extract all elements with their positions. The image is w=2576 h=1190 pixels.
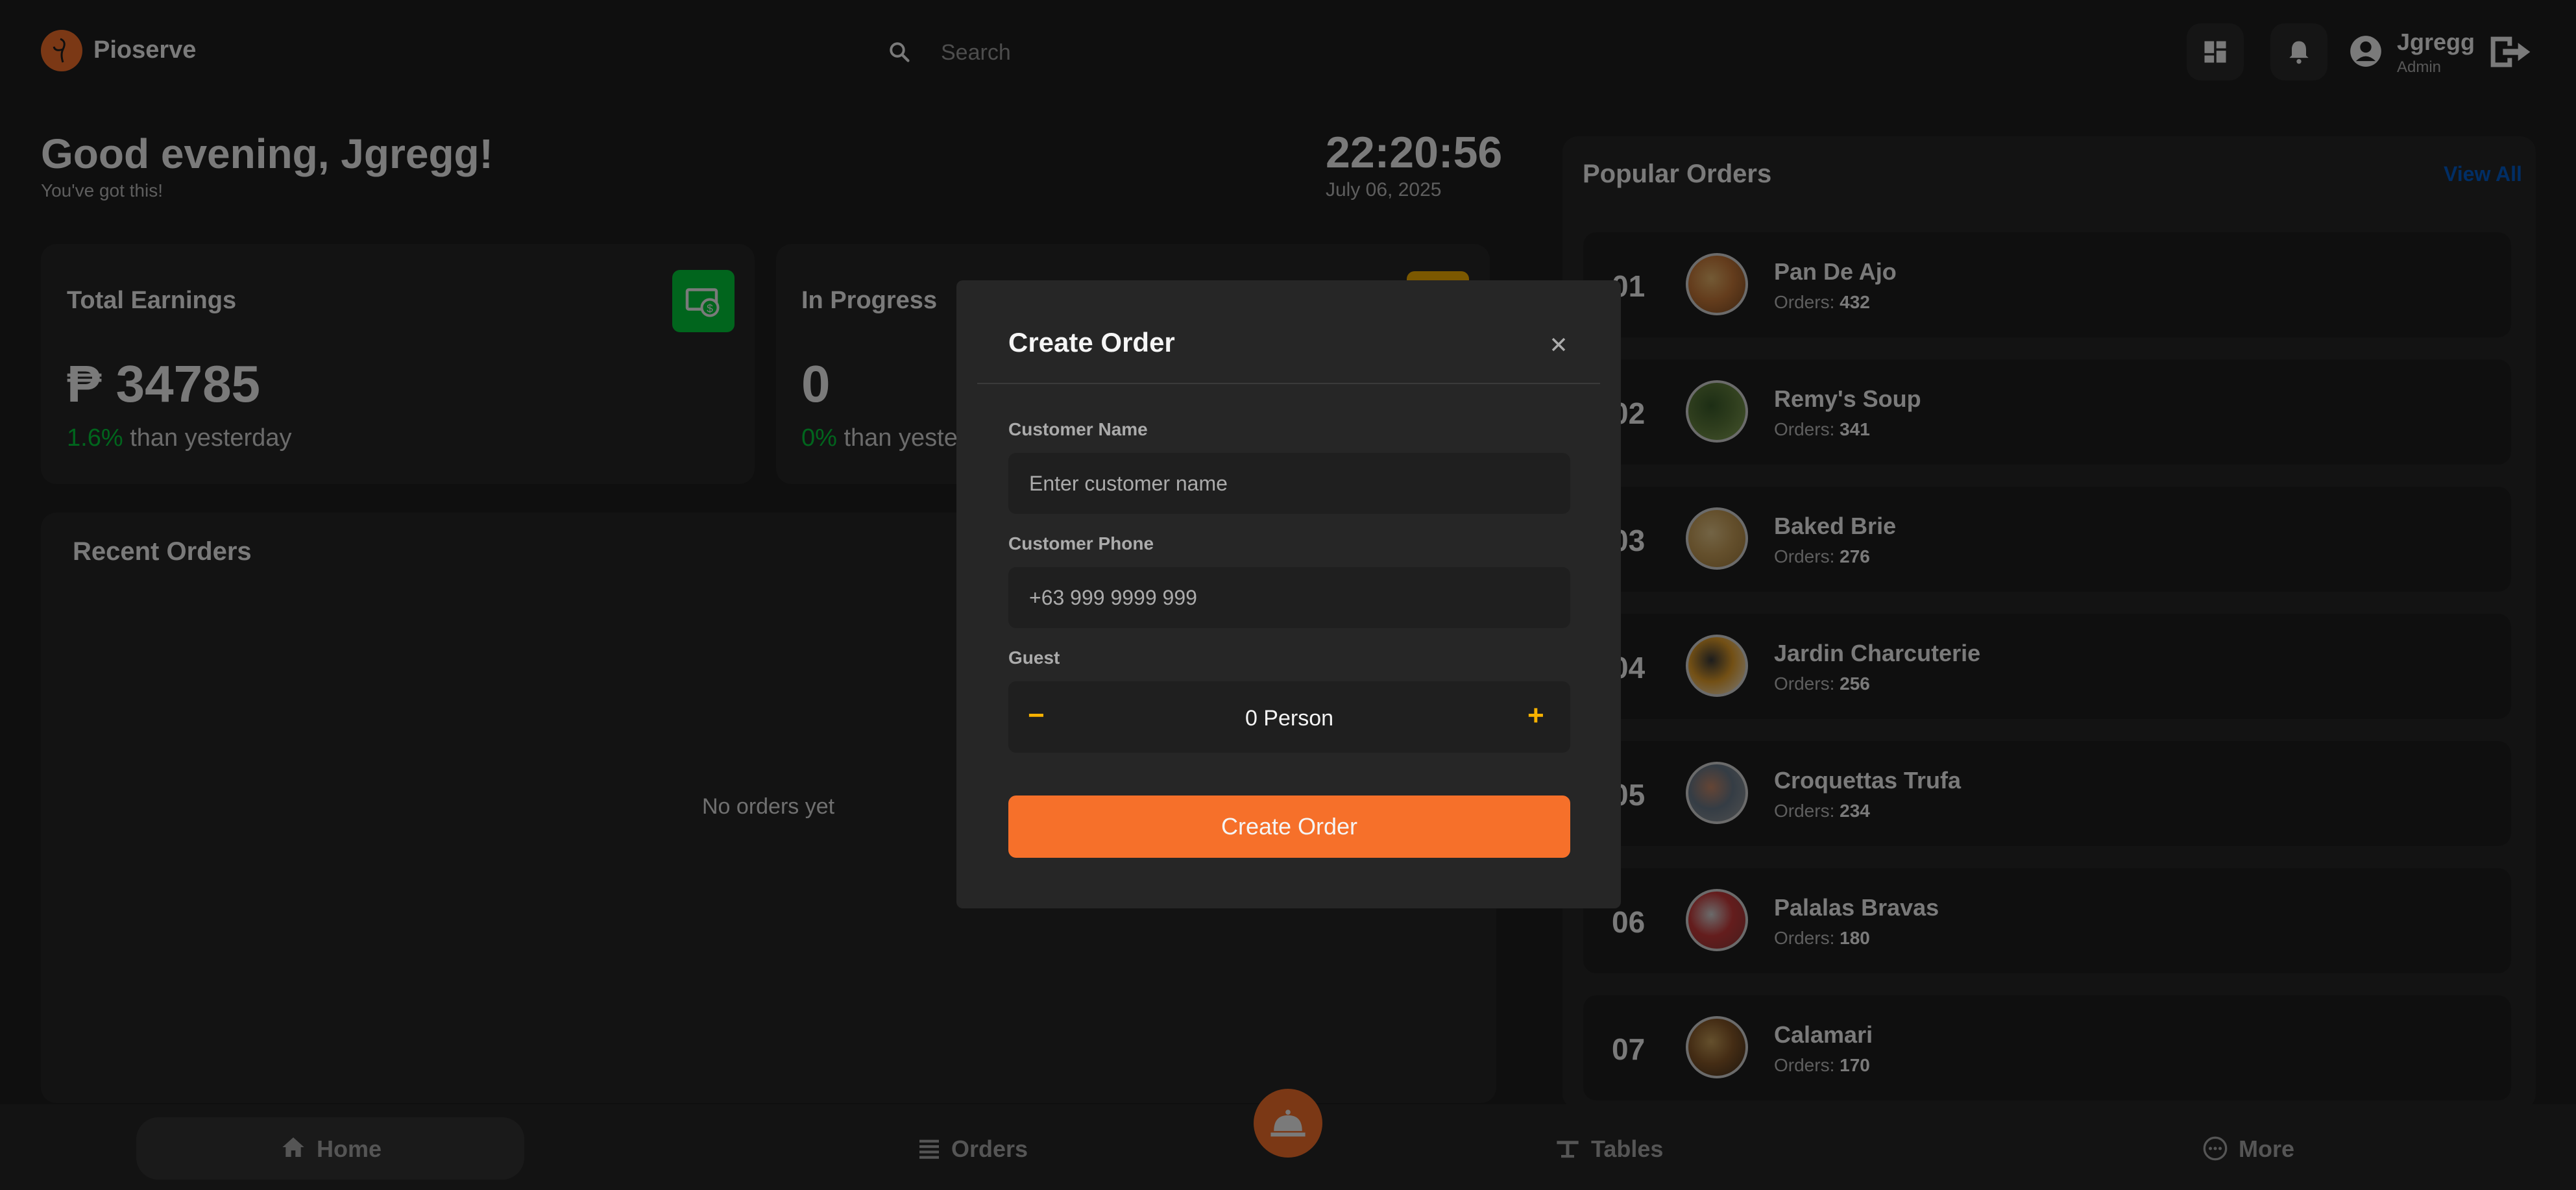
customer-name-label: Customer Name (1008, 419, 1148, 439)
customer-name-field (1008, 453, 1570, 514)
customer-name-input[interactable] (1008, 453, 1570, 514)
modal-title: Create Order (1008, 327, 1175, 358)
create-order-button[interactable]: Create Order (1008, 795, 1570, 858)
guest-count: 0 Person (1245, 706, 1334, 731)
modal-divider (977, 383, 1600, 384)
guest-label: Guest (1008, 648, 1060, 668)
customer-phone-label: Customer Phone (1008, 533, 1154, 553)
customer-phone-field (1008, 567, 1570, 628)
close-icon[interactable] (1547, 333, 1570, 356)
customer-phone-input[interactable] (1008, 567, 1570, 628)
guest-increment-button[interactable]: + (1527, 699, 1544, 732)
